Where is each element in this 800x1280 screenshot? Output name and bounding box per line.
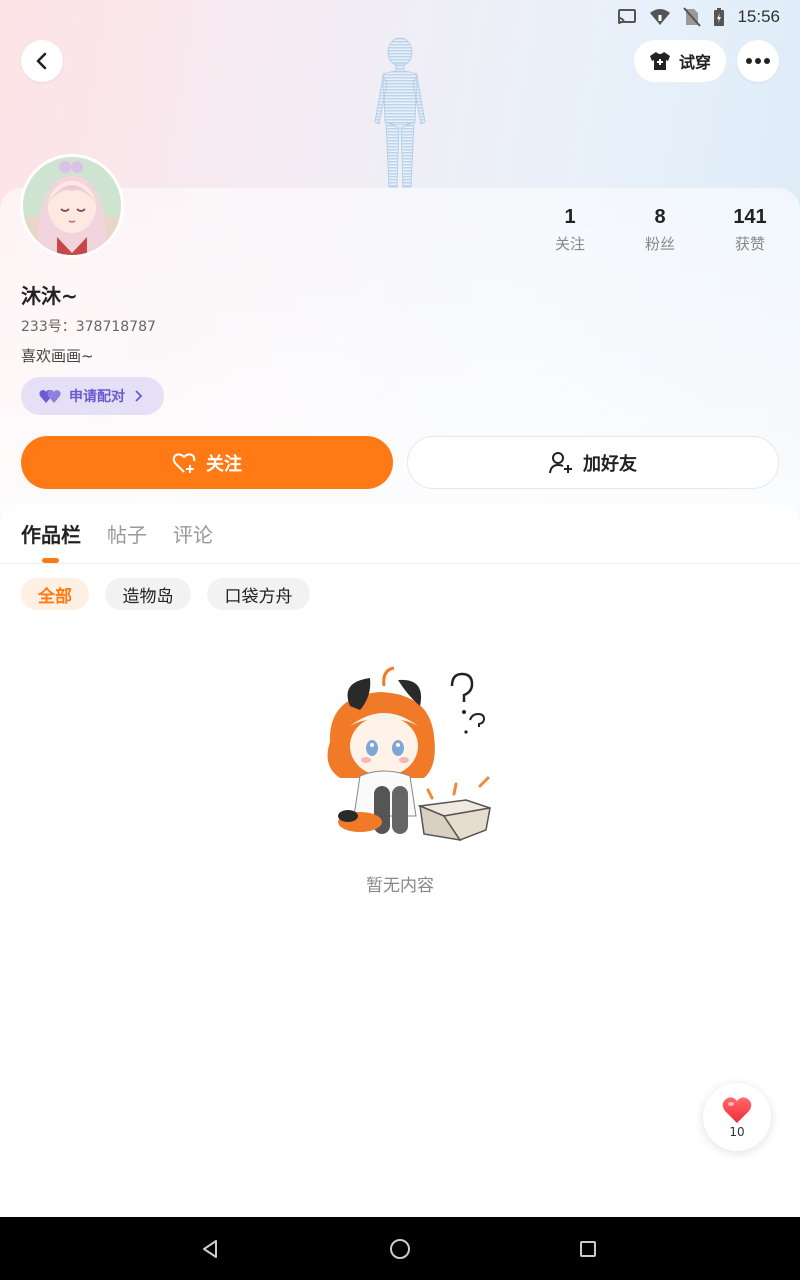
avatar[interactable] <box>20 154 124 258</box>
nav-recents-button[interactable] <box>574 1235 602 1263</box>
status-bar: 15:56 <box>617 4 780 30</box>
tshirt-icon <box>649 52 670 70</box>
tryon-label: 试穿 <box>678 53 711 72</box>
tab-posts[interactable]: 帖子 <box>107 519 147 548</box>
status-time: 15:56 <box>737 7 780 26</box>
user-id: 233号：378718787 <box>21 319 156 335</box>
more-button[interactable] <box>737 40 779 82</box>
filter-creation-island[interactable]: 造物岛 <box>105 578 191 610</box>
stat-fans-value: 8 <box>654 206 666 228</box>
stat-following-label: 关注 <box>554 235 585 253</box>
avatar-3d-figure <box>374 37 426 188</box>
content-panel <box>0 505 800 1217</box>
filter-all[interactable]: 全部 <box>21 578 89 610</box>
tab-comments[interactable]: 评论 <box>173 519 213 548</box>
heart-icon <box>722 1096 752 1123</box>
stat-following-value: 1 <box>564 206 576 228</box>
nav-home-button[interactable] <box>386 1235 414 1263</box>
stat-likes-value: 141 <box>733 206 767 228</box>
username: 沐沐~ <box>21 284 78 308</box>
more-horizontal-icon <box>746 58 770 64</box>
follow-button[interactable]: 关注 <box>21 436 393 489</box>
stat-following[interactable]: 1 关注 <box>530 206 610 254</box>
chevron-right-icon <box>135 390 143 402</box>
tab-divider <box>0 563 800 564</box>
square-recents-icon <box>580 1241 596 1257</box>
add-friend-label: 加好友 <box>583 453 637 475</box>
heart-plus-icon <box>172 452 196 473</box>
apply-pair-button[interactable]: 申请配对 <box>21 377 164 415</box>
filter-pocket-ark[interactable]: 口袋方舟 <box>207 578 310 610</box>
back-button[interactable] <box>21 40 63 82</box>
follow-label: 关注 <box>206 453 242 475</box>
battery-charging-icon <box>714 8 725 26</box>
no-sim-icon <box>683 7 702 27</box>
stat-likes[interactable]: 141 获赞 <box>710 206 790 254</box>
empty-state-text: 暂无内容 <box>366 876 434 896</box>
add-user-icon <box>549 451 572 473</box>
nav-back-button[interactable] <box>196 1235 224 1263</box>
like-count: 10 <box>729 1124 745 1139</box>
triangle-back-icon <box>203 1240 217 1258</box>
wifi-icon <box>650 9 671 25</box>
tab-works[interactable]: 作品栏 <box>21 519 81 548</box>
stat-fans-label: 粉丝 <box>644 235 675 253</box>
double-heart-icon <box>39 390 61 403</box>
like-floating-button[interactable]: 10 <box>703 1083 771 1151</box>
chevron-left-icon <box>36 52 47 70</box>
cast-icon <box>618 9 637 24</box>
circle-home-icon <box>390 1239 410 1259</box>
avatar-illustration <box>23 157 121 255</box>
add-friend-button[interactable]: 加好友 <box>407 436 779 489</box>
profile-page: 15:56 试穿 1 关注 8 粉丝 141 获赞 沐沐~ 233号：37871… <box>0 0 800 1280</box>
apply-pair-label: 申请配对 <box>69 389 125 405</box>
empty-state-illustration <box>327 666 491 842</box>
system-nav-bar <box>0 1217 800 1280</box>
user-bio: 喜欢画画~ <box>21 347 94 365</box>
stat-fans[interactable]: 8 粉丝 <box>620 206 700 254</box>
stat-likes-label: 获赞 <box>734 235 765 253</box>
tryon-button[interactable]: 试穿 <box>634 40 726 82</box>
